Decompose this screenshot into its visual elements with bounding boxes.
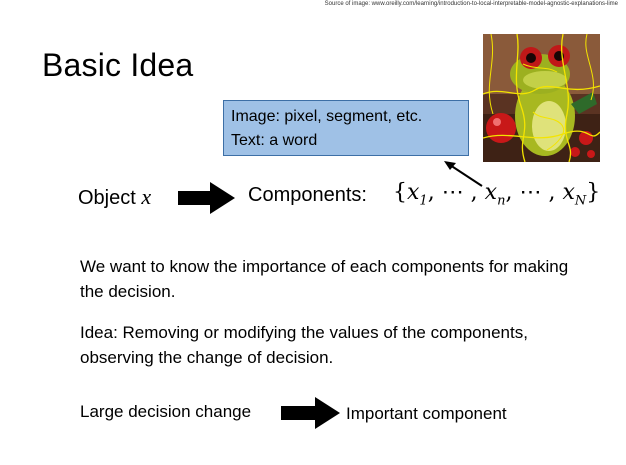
object-variable: x bbox=[141, 184, 152, 209]
important-component-label: Important component bbox=[346, 404, 507, 423]
callout-image-line: Image: pixel, segment, etc. bbox=[231, 108, 423, 125]
callout-text-line: Text: a word bbox=[231, 132, 318, 149]
components-label: Components: bbox=[248, 184, 367, 206]
image-source-note: Source of image: www.oreilly.com/learnin… bbox=[324, 1, 618, 7]
set-separator-1: , ⋯ , bbox=[427, 180, 485, 205]
object-to-components-arrow-icon bbox=[178, 181, 236, 215]
set-open-brace: { bbox=[393, 180, 407, 205]
implies-arrow-icon bbox=[281, 396, 341, 430]
idea-paragraph: Idea: Removing or modifying the values o… bbox=[80, 323, 528, 367]
segmented-image-illustration bbox=[482, 33, 601, 163]
component-xN-subscript: N bbox=[574, 193, 587, 209]
slide-title: Basic Idea bbox=[42, 47, 194, 83]
components-set-expression: {x1, ⋯ , xn, ⋯ , xN} bbox=[393, 180, 600, 208]
large-decision-change-label: Large decision change bbox=[80, 402, 252, 421]
component-examples-callout: Image: pixel, segment, etc. Text: a word bbox=[223, 100, 469, 156]
component-xn: x bbox=[484, 180, 498, 205]
component-x1-subscript: 1 bbox=[419, 193, 428, 209]
set-close-brace: } bbox=[586, 180, 601, 205]
set-separator-2: , ⋯ , bbox=[505, 180, 563, 205]
component-x1: x bbox=[407, 180, 420, 205]
frog-superpixel-image bbox=[482, 33, 601, 163]
object-word: Object bbox=[78, 187, 136, 209]
object-label: Object x bbox=[78, 184, 151, 210]
component-xN: x bbox=[562, 180, 575, 205]
importance-paragraph: We want to know the importance of each c… bbox=[80, 257, 569, 301]
